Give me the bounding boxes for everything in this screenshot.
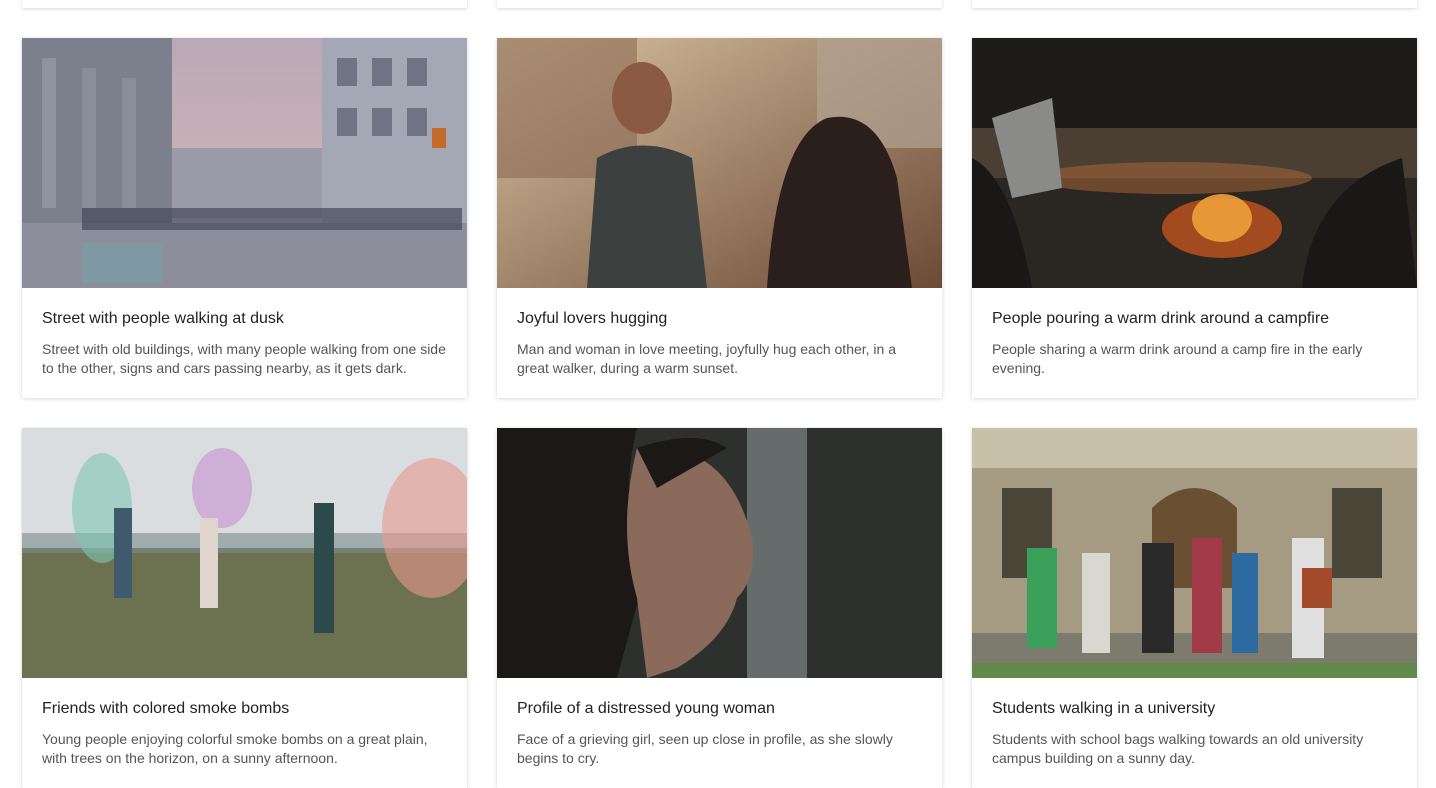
video-description: Students with school bags walking toward…	[992, 731, 1364, 766]
video-card[interactable]: Profile of a distressed young woman Face…	[497, 428, 942, 788]
video-title[interactable]: People pouring a warm drink around a cam…	[992, 309, 1397, 329]
video-thumbnail[interactable]	[22, 428, 467, 678]
video-card[interactable]: Friends with colored smoke bombs Young p…	[22, 428, 467, 788]
couple-sunset-thumbnail	[497, 38, 942, 288]
video-title[interactable]: Street with people walking at dusk	[42, 309, 447, 329]
video-description: Street with old buildings, with many peo…	[42, 341, 446, 376]
video-card[interactable]: People pouring a warm drink around a cam…	[972, 38, 1417, 398]
woman-profile-thumbnail	[497, 428, 942, 678]
video-description: Man and woman in love meeting, joyfully …	[517, 341, 897, 376]
video-title[interactable]: Profile of a distressed young woman	[517, 699, 922, 719]
video-thumbnail[interactable]	[972, 38, 1417, 288]
campfire-thumbnail	[972, 38, 1417, 288]
video-title[interactable]: Students walking in a university	[992, 699, 1397, 719]
video-thumbnail[interactable]	[22, 38, 467, 288]
video-thumbnail[interactable]	[497, 428, 942, 678]
smoke-bombs-field-thumbnail	[22, 428, 467, 678]
city-street-dusk-thumbnail	[22, 38, 467, 288]
video-card[interactable]: Joyful lovers hugging Man and woman in l…	[497, 38, 942, 398]
video-description: Young people enjoying colorful smoke bom…	[42, 731, 428, 766]
video-card-partial[interactable]	[497, 0, 942, 8]
video-title[interactable]: Joyful lovers hugging	[517, 309, 922, 329]
video-thumbnail[interactable]	[972, 428, 1417, 678]
video-card-grid: Street with people walking at dusk Stree…	[0, 0, 1436, 788]
video-description: Face of a grieving girl, seen up close i…	[517, 731, 893, 766]
university-students-thumbnail	[972, 428, 1417, 678]
video-card-partial[interactable]	[22, 0, 467, 8]
video-thumbnail[interactable]	[497, 38, 942, 288]
video-card-partial[interactable]	[972, 0, 1417, 8]
video-title[interactable]: Friends with colored smoke bombs	[42, 699, 447, 719]
video-card[interactable]: Street with people walking at dusk Stree…	[22, 38, 467, 398]
video-description: People sharing a warm drink around a cam…	[992, 341, 1363, 376]
video-card[interactable]: Students walking in a university Student…	[972, 428, 1417, 788]
